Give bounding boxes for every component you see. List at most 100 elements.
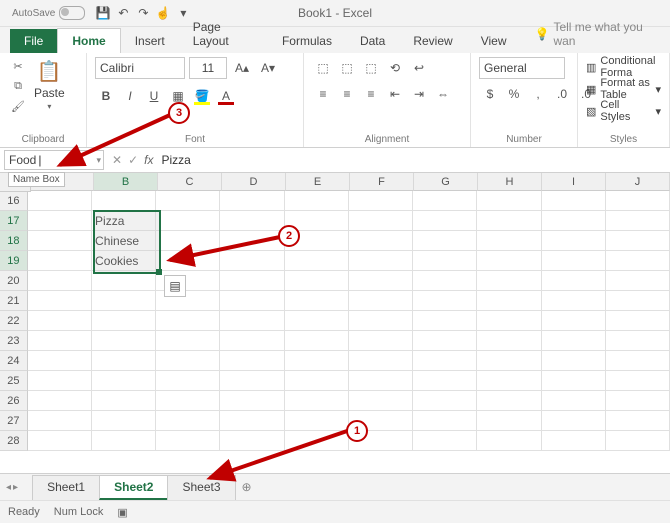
cell[interactable]	[92, 411, 156, 431]
cell[interactable]	[349, 191, 413, 211]
sheet-tab[interactable]: Sheet3	[167, 475, 235, 500]
tab-page-layout[interactable]: Page Layout	[179, 15, 268, 53]
row-header[interactable]: 21	[0, 291, 28, 311]
cell[interactable]	[156, 331, 220, 351]
cell[interactable]	[220, 371, 284, 391]
cell[interactable]	[349, 331, 413, 351]
cell[interactable]	[28, 291, 92, 311]
cell[interactable]	[28, 331, 92, 351]
cell[interactable]	[606, 411, 670, 431]
copy-icon[interactable]: ⧉	[8, 77, 28, 95]
cell[interactable]	[285, 371, 349, 391]
italic-button[interactable]: I	[119, 85, 141, 107]
cell[interactable]	[413, 351, 477, 371]
cell[interactable]	[413, 391, 477, 411]
align-top-icon[interactable]: ⬚	[312, 57, 334, 79]
cell[interactable]	[220, 271, 284, 291]
sheet-nav-prev-icon[interactable]: ◂	[6, 482, 11, 493]
cell[interactable]	[28, 411, 92, 431]
worksheet-grid[interactable]: ABCDEFGHIJ 1617Pizza18Chinese19Cookies20…	[0, 173, 670, 473]
cell[interactable]	[285, 331, 349, 351]
align-right-icon[interactable]: ≡	[360, 83, 382, 105]
cell[interactable]	[477, 311, 541, 331]
cell[interactable]	[285, 191, 349, 211]
cell[interactable]	[477, 291, 541, 311]
cell[interactable]	[349, 371, 413, 391]
cell[interactable]	[285, 411, 349, 431]
cell[interactable]	[606, 271, 670, 291]
cell[interactable]	[349, 231, 413, 251]
row-header[interactable]: 27	[0, 411, 28, 431]
cell[interactable]	[156, 251, 220, 271]
column-header[interactable]: I	[542, 173, 606, 191]
cell[interactable]	[156, 391, 220, 411]
column-header[interactable]: D	[222, 173, 286, 191]
add-sheet-button[interactable]: ⊕	[235, 480, 259, 494]
tab-data[interactable]: Data	[346, 29, 399, 53]
cell[interactable]	[285, 391, 349, 411]
cell[interactable]	[477, 431, 541, 451]
font-size-select[interactable]: 11	[189, 57, 227, 79]
cell[interactable]	[28, 251, 92, 271]
cell[interactable]	[349, 271, 413, 291]
cell[interactable]	[606, 371, 670, 391]
cell[interactable]	[92, 391, 156, 411]
cell[interactable]	[220, 331, 284, 351]
cell[interactable]	[413, 431, 477, 451]
cell[interactable]	[413, 211, 477, 231]
fx-icon[interactable]: fx	[144, 153, 153, 167]
cell[interactable]	[92, 331, 156, 351]
column-header[interactable]: H	[478, 173, 542, 191]
tab-view[interactable]: View	[467, 29, 521, 53]
cell[interactable]	[220, 211, 284, 231]
cell[interactable]	[220, 351, 284, 371]
cell[interactable]	[542, 431, 606, 451]
column-header[interactable]: E	[286, 173, 350, 191]
cell[interactable]	[220, 191, 284, 211]
sheet-tab[interactable]: Sheet2	[99, 475, 168, 500]
cell[interactable]	[477, 231, 541, 251]
font-color-button[interactable]: A	[215, 85, 237, 107]
cell[interactable]	[413, 251, 477, 271]
cell[interactable]	[92, 371, 156, 391]
cell[interactable]	[477, 411, 541, 431]
align-center-icon[interactable]: ≡	[336, 83, 358, 105]
indent-increase-icon[interactable]: ⇥	[408, 83, 430, 105]
cell[interactable]	[413, 191, 477, 211]
cell[interactable]	[542, 331, 606, 351]
cell[interactable]	[606, 191, 670, 211]
row-header[interactable]: 28	[0, 431, 28, 451]
cell[interactable]	[156, 411, 220, 431]
tab-home[interactable]: Home	[57, 28, 120, 53]
cell[interactable]	[285, 311, 349, 331]
cell[interactable]	[28, 231, 92, 251]
cell[interactable]	[606, 251, 670, 271]
cell[interactable]	[156, 231, 220, 251]
increase-decimal-icon[interactable]: .0	[551, 83, 573, 105]
cell[interactable]	[156, 351, 220, 371]
cell[interactable]	[220, 291, 284, 311]
cell[interactable]	[413, 411, 477, 431]
cell[interactable]: Pizza	[92, 211, 156, 231]
format-as-table-button[interactable]: ▦Format as Table ▾	[586, 79, 661, 99]
align-middle-icon[interactable]: ⬚	[336, 57, 358, 79]
cell[interactable]	[542, 251, 606, 271]
number-format-select[interactable]: General	[479, 57, 565, 79]
cell[interactable]	[349, 391, 413, 411]
cell[interactable]	[413, 231, 477, 251]
row-header[interactable]: 17	[0, 211, 28, 231]
cell[interactable]	[349, 291, 413, 311]
row-header[interactable]: 19	[0, 251, 28, 271]
cell[interactable]	[92, 431, 156, 451]
format-painter-icon[interactable]: 🖌	[8, 97, 28, 115]
cell[interactable]	[477, 351, 541, 371]
cell[interactable]	[413, 331, 477, 351]
cell[interactable]	[413, 291, 477, 311]
percent-icon[interactable]: %	[503, 83, 525, 105]
row-header[interactable]: 24	[0, 351, 28, 371]
shrink-font-icon[interactable]: A▾	[257, 57, 279, 79]
underline-button[interactable]: U	[143, 85, 165, 107]
cell[interactable]	[285, 251, 349, 271]
row-header[interactable]: 22	[0, 311, 28, 331]
cell[interactable]	[349, 251, 413, 271]
